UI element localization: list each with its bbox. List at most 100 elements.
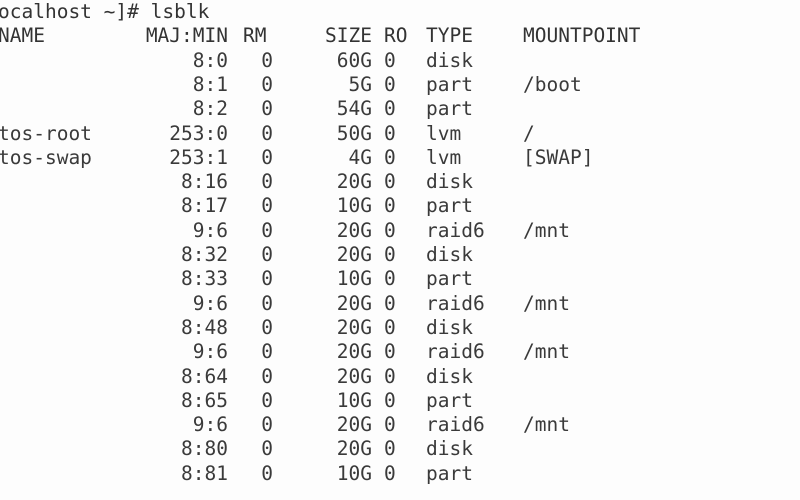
cell-size: 20G bbox=[336, 340, 372, 364]
cell-rm: 0 bbox=[261, 291, 273, 315]
cell-ro: 0 bbox=[384, 170, 396, 194]
table-header-row: NAME MAJ:MIN RM SIZE RO TYPE MOUNTPOINT bbox=[0, 24, 800, 48]
cell-majmin: 8:64 bbox=[181, 364, 228, 388]
cell-majmin: 8:2 bbox=[192, 97, 228, 121]
cell-size: 20G bbox=[336, 291, 372, 315]
table-row: 8:1 0 5G 0 part/boot bbox=[0, 73, 800, 97]
table-row: 8:2 0 54G 0 part bbox=[0, 97, 800, 121]
cell-ro: 0 bbox=[384, 388, 396, 412]
cell-name: tos-swap bbox=[0, 145, 92, 169]
cell-type: disk bbox=[426, 243, 473, 266]
table-row: tos-swap 253:1 0 4G 0 lvm [SWAP] bbox=[0, 146, 800, 170]
cell-majmin: 9:6 bbox=[192, 291, 228, 315]
cell-ro: 0 bbox=[384, 243, 396, 266]
cell-size: 5G bbox=[348, 72, 372, 96]
column-header-size: SIZE bbox=[325, 24, 372, 48]
cell-mountpoint: /mnt bbox=[523, 291, 570, 315]
cell-type: disk bbox=[426, 170, 473, 194]
table-row: 8:16 0 20G 0 disk bbox=[0, 170, 800, 194]
cell-majmin: 8:81 bbox=[181, 461, 228, 485]
cell-size: 54G bbox=[336, 97, 372, 121]
cell-mountpoint: /boot bbox=[523, 72, 582, 96]
column-header-name: NAME bbox=[0, 24, 45, 48]
shell-prompt-line: ocalhost ~]# lsblk bbox=[0, 0, 210, 23]
cell-type: raid6 bbox=[426, 218, 485, 242]
cell-type: part bbox=[426, 388, 473, 412]
table-row: 8:17 0 10G 0 part bbox=[0, 194, 800, 218]
cell-ro: 0 bbox=[384, 194, 396, 218]
cell-type: raid6 bbox=[426, 291, 485, 315]
cell-ro: 0 bbox=[384, 121, 396, 145]
column-header-type: TYPE bbox=[426, 24, 473, 48]
cell-ro: 0 bbox=[384, 218, 396, 242]
cell-majmin: 253:0 bbox=[169, 121, 228, 145]
cell-ro: 0 bbox=[384, 364, 396, 388]
cell-rm: 0 bbox=[261, 364, 273, 388]
cell-size: 10G bbox=[336, 388, 372, 412]
cell-mountpoint: /mnt bbox=[523, 413, 570, 437]
cell-rm: 0 bbox=[261, 194, 273, 218]
cell-majmin: 253:1 bbox=[169, 145, 228, 169]
cell-majmin: 8:48 bbox=[181, 315, 228, 339]
cell-rm: 0 bbox=[261, 243, 273, 266]
cell-size: 10G bbox=[336, 194, 372, 218]
cell-ro: 0 bbox=[384, 461, 396, 485]
cell-mountpoint: / bbox=[523, 121, 535, 145]
cell-type: raid6 bbox=[426, 413, 485, 437]
cell-rm: 0 bbox=[261, 267, 273, 291]
cell-rm: 0 bbox=[261, 461, 273, 485]
cell-majmin: 8:80 bbox=[181, 437, 228, 461]
cell-rm: 0 bbox=[261, 72, 273, 96]
table-row: 8:80 0 20G 0 disk bbox=[0, 437, 800, 461]
cell-rm: 0 bbox=[261, 218, 273, 242]
cell-mountpoint: [SWAP] bbox=[523, 145, 594, 169]
table-row: 8:32 0 20G 0 disk bbox=[0, 243, 800, 267]
cell-majmin: 8:65 bbox=[181, 388, 228, 412]
cell-majmin: 8:1 bbox=[192, 72, 228, 96]
cell-majmin: 8:0 bbox=[192, 48, 228, 72]
cell-type: part bbox=[426, 72, 473, 96]
cell-ro: 0 bbox=[384, 315, 396, 339]
cell-size: 20G bbox=[336, 315, 372, 339]
cell-rm: 0 bbox=[261, 145, 273, 169]
cell-rm: 0 bbox=[261, 437, 273, 461]
column-header-ro: RO bbox=[384, 24, 408, 48]
cell-type: disk bbox=[426, 315, 473, 339]
cell-majmin: 8:33 bbox=[181, 267, 228, 291]
column-header-majmin: MAJ:MIN bbox=[145, 24, 228, 48]
terminal-window[interactable]: ocalhost ~]# lsblk NAME MAJ:MIN RM SIZE … bbox=[0, 0, 800, 500]
cell-type: disk bbox=[426, 437, 473, 461]
cell-majmin: 8:32 bbox=[181, 243, 228, 266]
cell-majmin: 9:6 bbox=[192, 413, 228, 437]
column-header-rm: RM bbox=[243, 24, 267, 48]
cell-size: 20G bbox=[336, 243, 372, 266]
cell-type: part bbox=[426, 97, 473, 121]
cell-size: 20G bbox=[336, 218, 372, 242]
cell-type: lvm bbox=[426, 145, 462, 169]
cell-majmin: 8:16 bbox=[181, 170, 228, 194]
cell-type: raid6 bbox=[426, 340, 485, 364]
cell-rm: 0 bbox=[261, 315, 273, 339]
cell-name: tos-root bbox=[0, 121, 92, 145]
cell-rm: 0 bbox=[261, 121, 273, 145]
cell-ro: 0 bbox=[384, 291, 396, 315]
cell-ro: 0 bbox=[384, 340, 396, 364]
table-row: 8:33 0 10G 0 part bbox=[0, 267, 800, 291]
cell-size: 20G bbox=[336, 364, 372, 388]
cell-ro: 0 bbox=[384, 97, 396, 121]
cell-rm: 0 bbox=[261, 388, 273, 412]
cell-size: 20G bbox=[336, 437, 372, 461]
table-row: 8:48 0 20G 0 disk bbox=[0, 316, 800, 340]
cell-type: part bbox=[426, 461, 473, 485]
table-row: 9:6 0 20G 0 raid6/mnt bbox=[0, 292, 800, 316]
cell-majmin: 9:6 bbox=[192, 340, 228, 364]
cell-rm: 0 bbox=[261, 340, 273, 364]
cell-type: lvm bbox=[426, 121, 462, 145]
cell-rm: 0 bbox=[261, 48, 273, 72]
cell-ro: 0 bbox=[384, 267, 396, 291]
table-row: 9:6 0 20G 0 raid6/mnt bbox=[0, 413, 800, 437]
cell-majmin: 8:17 bbox=[181, 194, 228, 218]
cell-ro: 0 bbox=[384, 72, 396, 96]
cell-size: 20G bbox=[336, 413, 372, 437]
cell-rm: 0 bbox=[261, 413, 273, 437]
